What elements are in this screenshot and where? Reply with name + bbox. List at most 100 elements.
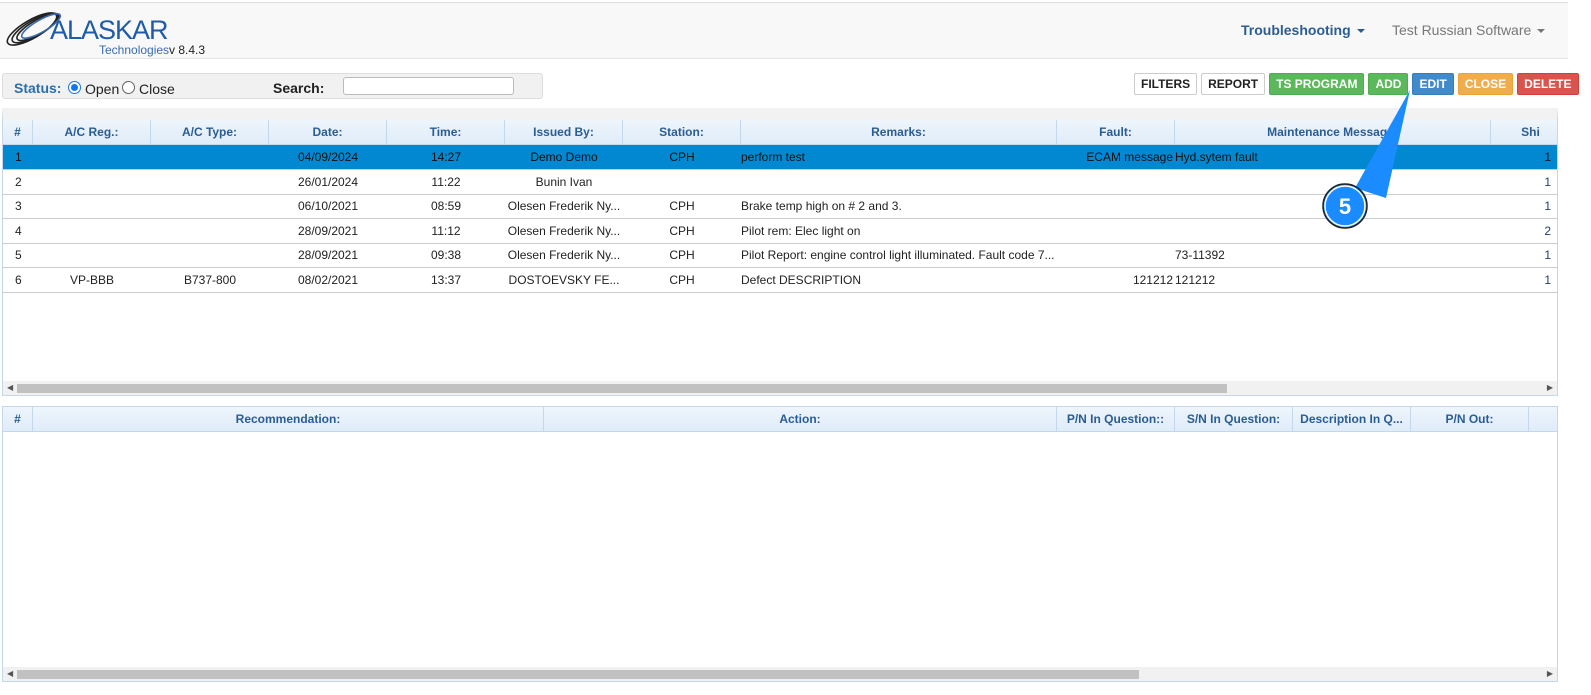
- table-cell: Olesen Frederik Ny...: [507, 199, 621, 213]
- column-header[interactable]: Remarks:: [741, 120, 1057, 145]
- table-cell: [151, 219, 269, 243]
- column-header[interactable]: Action:: [544, 407, 1057, 432]
- column-header[interactable]: Shi: [1491, 120, 1557, 145]
- table-cell: 1: [1544, 272, 1551, 287]
- table-cell: 121212: [1132, 272, 1173, 287]
- nav-troubleshooting[interactable]: Troubleshooting: [1241, 22, 1365, 38]
- column-header[interactable]: P/N In Question::: [1057, 407, 1175, 432]
- ts-program-button[interactable]: TS PROGRAM: [1269, 73, 1365, 95]
- status-open-radio[interactable]: [68, 81, 81, 94]
- table-cell: DOSTOEVSKY FE...: [508, 272, 620, 287]
- table-cell: 28/09/2021: [297, 248, 359, 262]
- table-row[interactable]: 3 06/10/2021 08:59 Olesen Frederik Ny... CPH…: [3, 194, 1557, 219]
- nav-label: Troubleshooting: [1241, 22, 1351, 38]
- brand-name: ALASKAR: [50, 15, 169, 45]
- table-cell: CPH: [669, 150, 695, 164]
- horizontal-scrollbar[interactable]: ◀ ▶: [3, 381, 1557, 395]
- caret-down-icon: [1537, 29, 1546, 34]
- table-cell: Pilot rem: Elec light on: [741, 223, 861, 238]
- table-cell: Bunin Ivan: [535, 174, 593, 189]
- table-cell: Olesen Frederik Ny...: [507, 223, 621, 238]
- table-cell: 26/01/2024: [297, 174, 359, 189]
- table-cell: [33, 170, 151, 194]
- scroll-left-icon[interactable]: ◀: [7, 669, 13, 678]
- table-row[interactable]: 4 28/09/2021 11:12 Olesen Frederik Ny... CPH…: [3, 219, 1557, 244]
- filter-bar: Status: Open Close Search:: [2, 73, 543, 99]
- nav-label: Test Russian Software: [1392, 22, 1532, 38]
- recommendations-grid: # Recommendation: Action: P/N In Question::…: [2, 406, 1558, 682]
- grid-header: # Recommendation: Action: P/N In Question::…: [3, 407, 1557, 432]
- table-row[interactable]: 1 04/09/2024 14:27 Demo Demo CPH perform test…: [3, 145, 1557, 170]
- table-cell: 14:27: [430, 150, 462, 164]
- column-header[interactable]: #: [3, 407, 33, 432]
- column-header[interactable]: Description In Q...: [1293, 407, 1411, 432]
- column-header[interactable]: Time:: [387, 120, 505, 145]
- table-cell: 11:22: [431, 174, 461, 189]
- filters-button[interactable]: FILTERS: [1134, 73, 1198, 95]
- table-cell: B737-800: [183, 272, 237, 287]
- column-header[interactable]: P/N Out:: [1411, 407, 1529, 432]
- scroll-right-icon[interactable]: ▶: [1547, 383, 1553, 392]
- table-row[interactable]: 5 28/09/2021 09:38 Olesen Frederik Ny... CPH…: [3, 243, 1557, 268]
- table-cell: 06/10/2021: [297, 199, 359, 213]
- table-cell: CPH: [669, 248, 695, 262]
- table-cell: [33, 219, 151, 243]
- close-label: Close: [139, 81, 175, 97]
- table-cell: 13:37: [430, 272, 462, 287]
- column-header[interactable]: S/N In Question:: [1175, 407, 1293, 432]
- column-header[interactable]: Date:: [269, 120, 387, 145]
- column-header[interactable]: Station:: [623, 120, 741, 145]
- table-cell: CPH: [669, 199, 695, 213]
- column-header[interactable]: Fault:: [1057, 120, 1175, 145]
- table-cell: 11:12: [431, 223, 461, 238]
- edit-button[interactable]: EDIT: [1412, 73, 1454, 95]
- table-cell: 121212: [1175, 272, 1216, 287]
- close-button[interactable]: CLOSE: [1457, 73, 1514, 95]
- table-cell: ECAM message: [1086, 150, 1173, 164]
- column-header[interactable]: Recommendation:: [33, 407, 544, 432]
- brand-subtitle: Technologies: [99, 43, 170, 57]
- table-row[interactable]: 6 VP-BBB B737-800 08/02/2021 13:37 DOSTOEVSKY…: [3, 268, 1557, 293]
- table-cell: [741, 170, 1057, 194]
- open-label: Open: [85, 81, 120, 97]
- top-navbar: ALASKAR Technologies v 8.4.3 Troubleshoo…: [0, 2, 1568, 59]
- table-cell: [623, 170, 741, 194]
- table-cell: perform test: [741, 150, 806, 164]
- column-header[interactable]: A/C Type:: [151, 120, 269, 145]
- table-cell: 09:38: [430, 248, 462, 262]
- column-header[interactable]: Issued By:: [505, 120, 623, 145]
- table-cell: Brake temp high on # 2 and 3.: [741, 199, 902, 213]
- table-cell: Pilot Report: engine control light illum…: [741, 248, 1055, 262]
- table-cell: [151, 145, 269, 169]
- column-header[interactable]: A/C Reg.:: [33, 120, 151, 145]
- nav-test-russian-software[interactable]: Test Russian Software: [1392, 22, 1546, 38]
- column-header[interactable]: #: [3, 120, 33, 145]
- status-close-radio[interactable]: [122, 81, 135, 94]
- caret-down-icon: [1356, 29, 1365, 34]
- search-input[interactable]: [343, 77, 514, 95]
- table-cell: [151, 243, 269, 267]
- table-cell: [1057, 219, 1175, 243]
- horizontal-scrollbar[interactable]: ◀ ▶: [3, 667, 1557, 681]
- table-cell: [1175, 219, 1491, 243]
- table-cell: 08:59: [430, 199, 462, 213]
- scroll-left-icon[interactable]: ◀: [7, 383, 13, 392]
- column-header[interactable]: Maintenance Message:: [1175, 120, 1491, 145]
- app-version: v 8.4.3: [169, 43, 206, 57]
- table-cell: [1175, 170, 1491, 194]
- table-cell: [33, 243, 151, 267]
- table-cell: Defect DESCRIPTION: [741, 272, 862, 287]
- table-row[interactable]: 2 26/01/2024 11:22 Bunin Ivan 1: [3, 170, 1557, 195]
- scroll-thumb[interactable]: [17, 670, 1139, 679]
- troubleshooting-grid: # A/C Reg.: A/C Type: Date: Time: Issued By: S…: [2, 108, 1558, 396]
- table-cell: [33, 145, 151, 169]
- table-cell: [1057, 170, 1175, 194]
- table-cell: VP-BBB: [69, 272, 114, 287]
- delete-button[interactable]: DELETE: [1517, 73, 1579, 95]
- scroll-right-icon[interactable]: ▶: [1547, 669, 1553, 678]
- report-button[interactable]: REPORT: [1201, 73, 1266, 95]
- add-button[interactable]: ADD: [1368, 73, 1409, 95]
- grid-header: # A/C Reg.: A/C Type: Date: Time: Issued By: S…: [3, 120, 1557, 145]
- scroll-thumb[interactable]: [17, 384, 1227, 393]
- table-cell: 1: [1544, 150, 1551, 164]
